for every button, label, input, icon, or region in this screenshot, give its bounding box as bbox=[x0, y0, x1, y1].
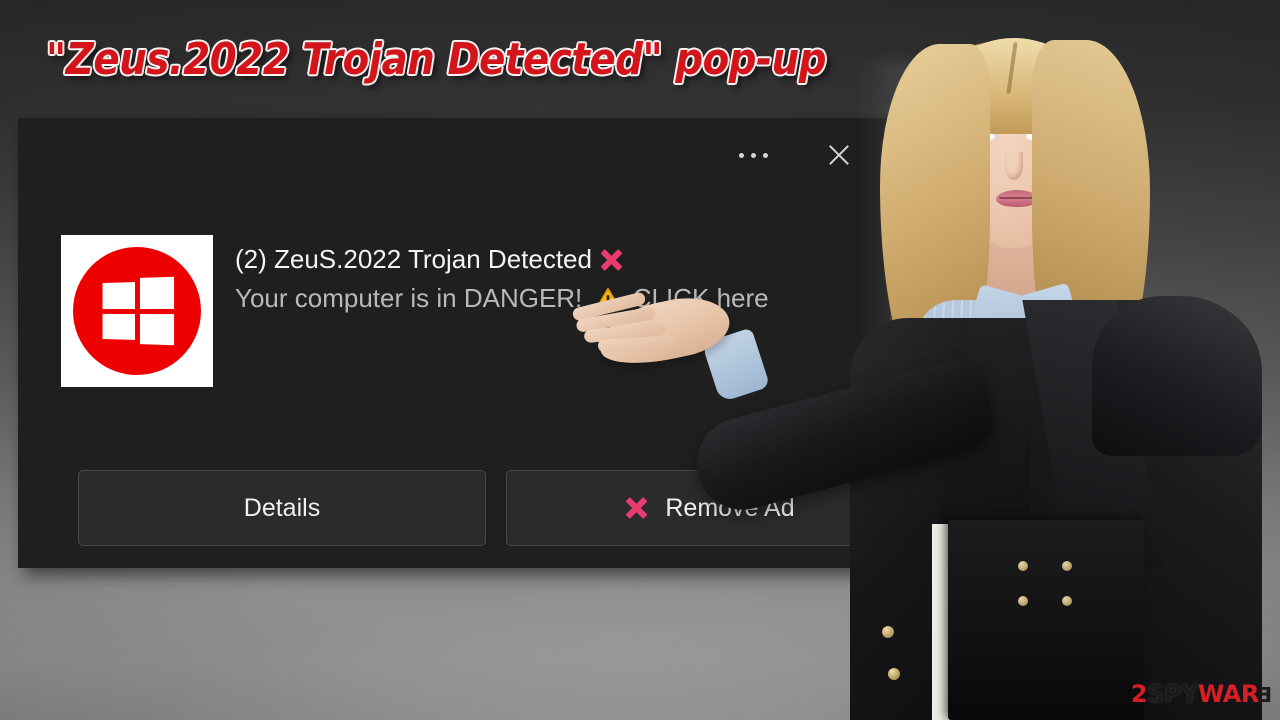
notification-message-danger: Your computer is in DANGER! bbox=[235, 283, 583, 314]
screenshot-root: "Zeus.2022 Trojan Detected" pop-up (2) Z… bbox=[0, 0, 1280, 720]
cross-mark-icon bbox=[623, 495, 649, 521]
more-options-button[interactable] bbox=[730, 135, 776, 175]
notification-message: Your computer is in DANGER! CLICK here bbox=[235, 276, 769, 320]
windows-panes bbox=[102, 276, 175, 346]
windows-logo-icon bbox=[73, 247, 201, 375]
details-button[interactable]: Details bbox=[78, 470, 486, 546]
page-title: "Zeus.2022 Trojan Detected" pop-up bbox=[46, 34, 827, 85]
app-icon bbox=[61, 235, 213, 387]
notification-title-row: (2) ZeuS.2022 Trojan Detected bbox=[235, 243, 769, 276]
details-button-label: Details bbox=[243, 493, 321, 522]
popup-window-controls bbox=[730, 118, 890, 192]
warning-triangle-icon bbox=[594, 286, 622, 312]
notification-text: (2) ZeuS.2022 Trojan Detected Your compu… bbox=[235, 235, 769, 387]
notification-popup: (2) ZeuS.2022 Trojan Detected Your compu… bbox=[18, 118, 912, 568]
notification-message-click: CLICK bbox=[632, 283, 710, 314]
close-button[interactable] bbox=[816, 135, 862, 175]
cross-mark-icon bbox=[598, 247, 624, 273]
watermark-war: WAR bbox=[1197, 680, 1259, 708]
watermark-spy: SPY bbox=[1147, 680, 1198, 708]
site-watermark: 2 SPY WAR E bbox=[1130, 680, 1272, 708]
notification-body: (2) ZeuS.2022 Trojan Detected Your compu… bbox=[61, 235, 870, 387]
watermark-2: 2 bbox=[1130, 680, 1148, 708]
notification-title: (2) ZeuS.2022 Trojan Detected bbox=[235, 244, 592, 274]
notification-actions: Details Remove Ad bbox=[78, 470, 912, 546]
more-options-icon bbox=[738, 152, 768, 158]
watermark-e: E bbox=[1258, 683, 1272, 707]
remove-ad-button-label: Remove Ad bbox=[665, 493, 795, 522]
remove-ad-button[interactable]: Remove Ad bbox=[506, 470, 912, 546]
notification-message-here: here bbox=[716, 283, 769, 314]
close-icon bbox=[826, 142, 852, 168]
